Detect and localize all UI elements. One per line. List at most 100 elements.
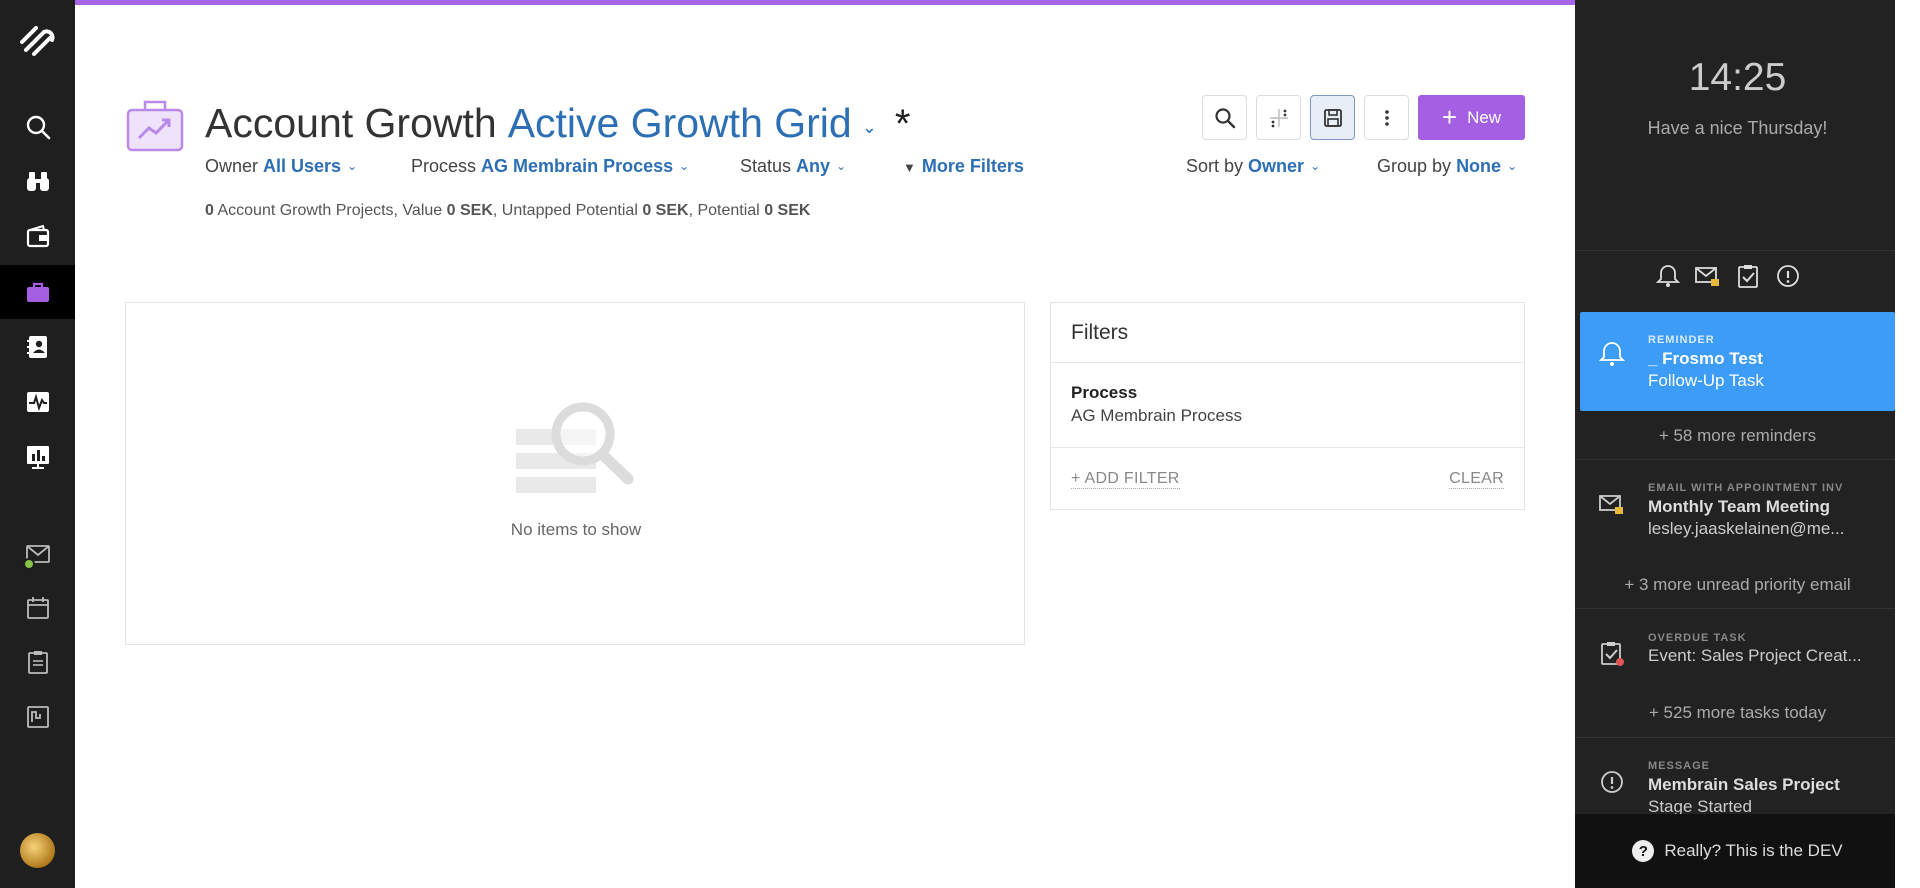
notification-task[interactable]: OVERDUE TASK Event: Sales Project Creat.…	[1580, 612, 1895, 692]
notification-reminder[interactable]: REMINDER _ Frosmo Test Follow-Up Task	[1580, 312, 1895, 411]
new-button-label: New	[1467, 107, 1502, 127]
wallet-icon	[26, 224, 49, 248]
notification-email[interactable]: EMAIL WITH APPOINTMENT INV Monthly Team …	[1580, 462, 1895, 562]
notification-type: REMINDER	[1648, 334, 1715, 346]
more-emails-link[interactable]: + 3 more unread priority email	[1575, 575, 1900, 595]
task-overdue-icon	[1601, 642, 1624, 666]
nav-account-growth[interactable]	[0, 265, 75, 319]
unsaved-marker: *	[894, 102, 911, 146]
view-selector[interactable]: Active Growth Grid	[508, 100, 852, 147]
more-tasks-link[interactable]: + 525 more tasks today	[1575, 703, 1900, 723]
empty-state-text: No items to show	[510, 520, 642, 539]
notification-title: Monthly Team Meeting	[1648, 497, 1830, 516]
chevron-down-icon[interactable]: ⌄	[836, 159, 846, 173]
chevron-down-icon[interactable]: ⌄	[679, 159, 689, 173]
nav-calendar[interactable]	[0, 581, 75, 635]
left-nav	[0, 0, 75, 888]
filter-item-key: Process	[1071, 383, 1138, 402]
divider	[1575, 250, 1900, 251]
notification-subtitle: lesley.jaaskelainen@me...	[1648, 519, 1845, 538]
notification-type: OVERDUE TASK	[1648, 632, 1747, 644]
divider	[1575, 737, 1900, 738]
note-chart-icon	[26, 706, 49, 728]
app: Account Growth Active Growth Grid ⌄ * Ow…	[0, 0, 1920, 888]
add-filter-link[interactable]: + ADD FILTER	[1071, 470, 1180, 489]
chevron-down-icon[interactable]: ⌄	[347, 159, 357, 173]
columns-button[interactable]	[1256, 95, 1301, 140]
more-options-button[interactable]	[1364, 95, 1409, 140]
search-button[interactable]	[1202, 95, 1247, 140]
status-filter-value[interactable]: Any	[796, 156, 830, 176]
notification-subtitle: Stage Started	[1648, 797, 1752, 814]
bell-icon[interactable]	[1655, 263, 1681, 289]
binoculars-icon	[26, 172, 49, 191]
clear-filters-link[interactable]: CLEAR	[1449, 470, 1504, 489]
nav-tasks[interactable]	[0, 635, 75, 689]
greeting: Have a nice Thursday!	[1647, 118, 1828, 138]
process-filter-label: Process	[411, 156, 477, 176]
sort-selector[interactable]: Sort by Owner ⌄	[1186, 156, 1320, 177]
notification-title: Membrain Sales Project	[1648, 775, 1840, 794]
nav-activity[interactable]	[0, 375, 75, 429]
plus-icon: +	[1441, 101, 1458, 132]
info-icon	[1601, 771, 1623, 793]
bell-icon	[1598, 342, 1626, 366]
owner-filter-label: Owner	[205, 156, 259, 176]
task-check-icon[interactable]	[1735, 263, 1761, 289]
nav-deals[interactable]	[0, 210, 75, 264]
briefcase-icon	[26, 282, 49, 302]
magnifier-list-icon	[516, 402, 634, 493]
process-filter-value[interactable]: AG Membrain Process	[481, 156, 673, 176]
notification-message[interactable]: MESSAGE Membrain Sales Project Stage Sta…	[1580, 740, 1895, 814]
nav-email[interactable]	[0, 527, 75, 581]
results-grid: No items to show	[125, 302, 1025, 645]
membrain-logo[interactable]	[14, 16, 62, 64]
briefcase-growth-icon	[126, 100, 184, 152]
main-content: Account Growth Active Growth Grid ⌄ * Ow…	[75, 0, 1575, 888]
right-panel: 14:25 Have a nice Thursday! REMINDER _ F…	[1575, 0, 1900, 888]
save-disk-icon	[1323, 108, 1342, 127]
group-selector[interactable]: Group by None ⌄	[1377, 156, 1517, 177]
kebab-menu-icon	[1384, 109, 1389, 126]
page-title: Account Growth Active Growth Grid ⌄ *	[205, 100, 910, 147]
chevron-down-icon[interactable]: ⌄	[1507, 159, 1517, 173]
divider	[1575, 459, 1900, 460]
filters-title: Filters	[1051, 303, 1524, 363]
filter-item[interactable]: Process AG Membrain Process	[1051, 363, 1524, 448]
sort-value[interactable]: Owner	[1248, 156, 1304, 176]
owner-filter-value[interactable]: All Users	[263, 156, 341, 176]
more-reminders-link[interactable]: + 58 more reminders	[1575, 426, 1900, 446]
chevron-down-icon[interactable]: ⌄	[862, 117, 877, 138]
more-filters[interactable]: ▼ More Filters	[903, 156, 1024, 177]
save-view-button[interactable]	[1310, 95, 1355, 140]
question-icon: ?	[1632, 840, 1655, 862]
address-book-icon	[26, 336, 47, 358]
more-filters-label[interactable]: More Filters	[922, 156, 1024, 176]
nav-contacts[interactable]	[0, 320, 75, 374]
nav-prospecting[interactable]	[0, 155, 75, 209]
status-filter-label: Status	[740, 156, 792, 176]
status-filter[interactable]: Status Any ⌄	[740, 156, 846, 177]
clock: 14:25	[1688, 56, 1787, 99]
new-button[interactable]: + New	[1418, 95, 1525, 140]
pulse-icon	[26, 392, 49, 412]
divider	[1575, 608, 1900, 609]
notification-subtitle: Follow-Up Task	[1648, 371, 1764, 390]
summary-projects-label: Account Growth Projects, Value	[217, 202, 443, 219]
chevron-down-icon[interactable]: ⌄	[1310, 159, 1320, 173]
dev-banner[interactable]: ? Really? This is the DEV	[1575, 814, 1900, 888]
summary-value: 0 SEK	[446, 202, 493, 219]
nav-search[interactable]	[0, 100, 75, 154]
funnel-icon: ▼	[903, 160, 916, 175]
info-icon[interactable]	[1775, 263, 1801, 289]
group-value[interactable]: None	[1456, 156, 1501, 176]
user-avatar[interactable]	[20, 833, 55, 868]
owner-filter[interactable]: Owner All Users ⌄	[205, 156, 357, 177]
nav-notes[interactable]	[0, 690, 75, 744]
filters-footer: + ADD FILTER CLEAR	[1051, 448, 1524, 509]
process-filter[interactable]: Process AG Membrain Process ⌄	[411, 156, 689, 177]
search-icon	[26, 115, 50, 140]
sort-label: Sort by	[1186, 156, 1244, 176]
mail-lock-icon[interactable]	[1695, 263, 1721, 289]
nav-reports[interactable]	[0, 430, 75, 484]
